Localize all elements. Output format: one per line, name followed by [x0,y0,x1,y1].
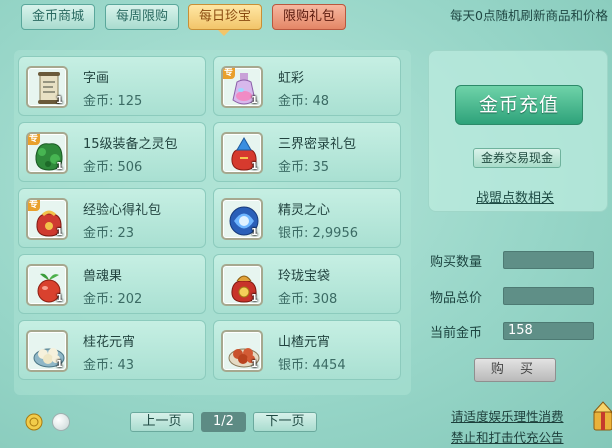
item-price: 金币: 308 [278,292,338,307]
item-price: 金币: 35 [278,160,330,175]
total-price-field [503,287,594,305]
scroll-icon: 1 [26,66,68,108]
item-price: 金币: 506 [83,160,143,175]
active-tab-pointer [218,30,230,36]
item-price: 银币: 2,9956 [278,226,358,241]
item-card[interactable]: 1 桂花元宵 金币: 43 [18,320,206,380]
exclusive-badge: 专 [28,200,41,211]
item-price: 金币: 202 [83,292,143,307]
tab-daily-treasure[interactable]: 每日珍宝 [188,4,263,30]
buy-quantity-label: 购买数量 [430,255,483,270]
pearl-icon[interactable] [52,413,70,431]
red-pouch-icon: 专 1 [26,198,68,240]
current-gold-label: 当前金币 [430,326,483,341]
tab-weekly-limit[interactable]: 每周限购 [105,4,180,30]
item-card[interactable]: 1 兽魂果 金币: 202 [18,254,206,314]
dumpling-red-icon: 1 [221,330,263,372]
coupon-exchange-button[interactable]: 金券交易现金 [473,148,561,168]
total-price-label: 物品总价 [430,291,483,306]
item-price: 银币: 4454 [278,358,346,373]
item-name: 三界密录礼包 [278,137,357,152]
anti-proxy-recharge-link[interactable]: 禁止和打击代充公告 [451,427,564,446]
fruit-icon: 1 [26,264,68,306]
item-name: 虹彩 [278,71,305,86]
item-name: 精灵之心 [278,203,331,218]
shop-window: 金币商城 每周限购 每日珍宝 限购礼包 每天0点随机刷新商品和价格 1 字画 金… [0,0,612,448]
item-name: 15级装备之灵包 [83,137,178,152]
exclusive-badge: 专 [28,134,41,145]
item-quantity: 1 [56,359,63,370]
red-pouch-blue-icon: 1 [221,132,263,174]
refresh-notice: 每天0点随机刷新商品和价格 [450,8,608,23]
item-name: 经验心得礼包 [83,203,162,218]
prev-page-button[interactable]: 上一页 [130,412,194,432]
spirit-heart-icon: 1 [221,198,263,240]
gift-chest-icon[interactable] [592,398,612,438]
item-quantity: 1 [56,95,63,106]
item-card[interactable]: 1 山楂元宵 银币: 4454 [213,320,401,380]
tab-limited-gift[interactable]: 限购礼包 [272,4,347,30]
item-quantity: 1 [56,293,63,304]
next-page-button[interactable]: 下一页 [253,412,317,432]
item-name: 桂花元宵 [83,335,136,350]
treasure-bag-icon: 1 [221,264,263,306]
item-quantity: 1 [251,359,258,370]
item-quantity: 1 [251,161,258,172]
item-price: 金币: 43 [83,358,135,373]
item-quantity: 1 [251,227,258,238]
item-price: 金币: 23 [83,226,135,241]
item-name: 兽魂果 [83,269,123,284]
exclusive-badge: 专 [223,68,236,79]
item-price: 金币: 48 [278,94,330,109]
item-card[interactable]: 1 玲珑宝袋 金币: 308 [213,254,401,314]
rational-spending-link[interactable]: 请适度娱乐理性消费 [451,406,564,425]
item-name: 字画 [83,71,110,86]
item-card[interactable]: 1 精灵之心 银币: 2,9956 [213,188,401,248]
potion-icon: 专 1 [221,66,263,108]
item-quantity: 1 [251,293,258,304]
item-quantity: 1 [56,161,63,172]
recharge-button[interactable]: 金币充值 [455,85,583,125]
green-pouch-icon: 专 1 [26,132,68,174]
dumpling-white-icon: 1 [26,330,68,372]
item-quantity: 1 [56,227,63,238]
item-name: 玲珑宝袋 [278,269,331,284]
item-card[interactable]: 专 1 虹彩 金币: 48 [213,56,401,116]
alliance-points-link[interactable]: 战盟点数相关 [476,187,554,206]
item-price: 金币: 125 [83,94,143,109]
buy-quantity-field[interactable] [503,251,594,269]
current-gold-field: 158 [503,322,594,340]
item-name: 山楂元宵 [278,335,331,350]
item-card[interactable]: 1 字画 金币: 125 [18,56,206,116]
buy-button[interactable]: 购 买 [474,358,556,382]
item-card[interactable]: 专 1 15级装备之灵包 金币: 506 [18,122,206,182]
page-indicator: 1/2 [201,412,246,432]
tab-gold-shop[interactable]: 金币商城 [21,4,96,30]
item-card[interactable]: 1 三界密录礼包 金币: 35 [213,122,401,182]
item-quantity: 1 [251,95,258,106]
coin-icon[interactable] [24,412,44,432]
item-card[interactable]: 专 1 经验心得礼包 金币: 23 [18,188,206,248]
